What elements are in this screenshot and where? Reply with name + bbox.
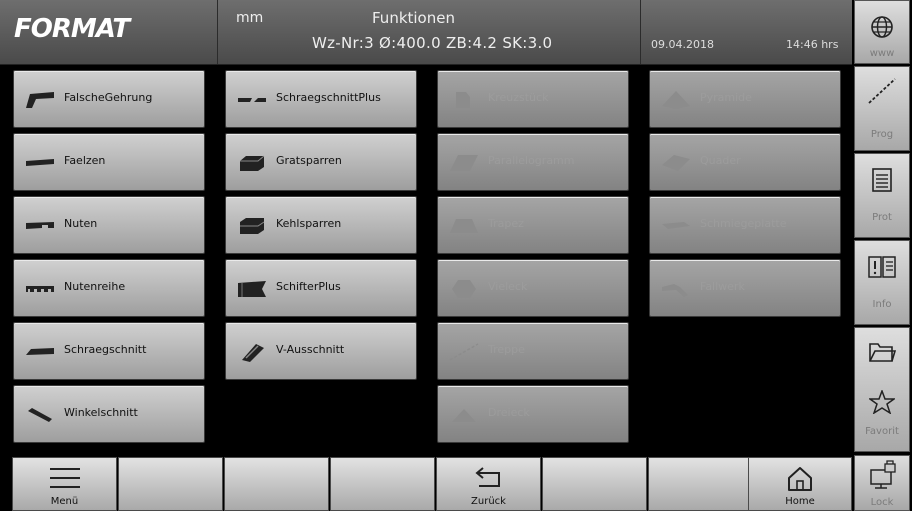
valley-rafter-icon	[240, 218, 265, 234]
footer-empty-button[interactable]	[118, 457, 223, 511]
dreieck-button: Dreieck	[437, 385, 629, 443]
plate-icon	[662, 222, 690, 229]
v-ausschnitt-button[interactable]: V-Ausschnitt	[225, 322, 417, 380]
parallelogram-icon	[450, 155, 478, 171]
right-sidebar: www Prog Prot Info Favorit Lock	[852, 0, 912, 511]
schifter-plus-button[interactable]: SchifterPlus	[225, 259, 417, 317]
hip-rafter-icon	[240, 155, 265, 171]
info-book-icon	[868, 256, 896, 278]
folder-icon	[869, 343, 896, 362]
favorit-button[interactable]: Favorit	[854, 327, 910, 452]
schmiegeplatte-button: Schmiegeplatte	[649, 196, 841, 254]
block-icon	[456, 92, 470, 108]
vieleck-button: Vieleck	[437, 259, 629, 317]
time-display: 14:46 hrs	[786, 38, 839, 51]
nutenreihe-button[interactable]: Nutenreihe	[13, 259, 205, 317]
prot-button[interactable]: Prot	[854, 153, 910, 238]
angle-cut-icon	[28, 408, 52, 422]
unit-label: mm	[236, 10, 264, 26]
schraegschnitt-button[interactable]: Schraegschnitt	[13, 322, 205, 380]
info-button[interactable]: Info	[854, 240, 910, 325]
bottom-toolbar: Menü Zurück Home	[0, 455, 852, 511]
lock-terminal-icon	[870, 460, 896, 489]
quader-button: Quader	[649, 133, 841, 191]
v-cut-icon	[242, 344, 264, 362]
home-icon	[788, 467, 812, 491]
gratsparren-button[interactable]: Gratsparren	[225, 133, 417, 191]
fallwerk-button: Fallwerk	[649, 259, 841, 317]
rebate-icon	[26, 159, 54, 166]
footer-empty-button[interactable]	[224, 457, 329, 511]
star-icon	[869, 390, 895, 414]
header-divider	[640, 0, 641, 64]
header-bar: FORMAT mm Funktionen Wz-Nr:3 Ø:400.0 ZB:…	[0, 0, 852, 65]
trapez-button: Trapez	[437, 196, 629, 254]
www-button[interactable]: www	[854, 0, 910, 64]
pyramid-icon	[662, 91, 690, 109]
footer-empty-button[interactable]	[330, 457, 435, 511]
page-title: Funktionen	[372, 9, 455, 27]
home-button[interactable]: Home	[748, 457, 852, 511]
treppe-button: Treppe	[437, 322, 629, 380]
footer-empty-button[interactable]	[648, 457, 753, 511]
cuboid-icon	[662, 155, 690, 171]
groove-row-icon	[26, 286, 54, 292]
stairs-icon	[449, 343, 479, 361]
brand-logo: FORMAT	[14, 14, 130, 44]
miter-icon	[26, 92, 54, 108]
schraegschnitt-plus-button[interactable]: SchraegschnittPlus	[225, 70, 417, 128]
groove-icon	[26, 222, 54, 229]
date-display: 09.04.2018	[651, 38, 714, 51]
lock-button[interactable]: Lock	[854, 455, 910, 511]
fold-icon	[662, 284, 688, 297]
jack-rafter-icon	[238, 281, 266, 297]
stairs-program-icon	[868, 78, 896, 104]
protocol-icon	[872, 168, 892, 192]
faelzen-button[interactable]: Faelzen	[13, 133, 205, 191]
winkelschnitt-button[interactable]: Winkelschnitt	[13, 385, 205, 443]
footer-empty-button[interactable]	[542, 457, 647, 511]
bevel-cut-icon	[26, 348, 54, 355]
prog-button[interactable]: Prog	[854, 66, 910, 151]
polygon-icon	[452, 280, 476, 298]
falsche-gehrung-button[interactable]: FalscheGehrung	[13, 70, 205, 128]
header-divider	[217, 0, 218, 64]
kreuzstueck-button: Kreuzstück	[437, 70, 629, 128]
hamburger-icon	[49, 468, 80, 488]
trapezoid-icon	[450, 219, 478, 233]
pyramide-button: Pyramide	[649, 70, 841, 128]
back-button[interactable]: Zurück	[436, 457, 541, 511]
kehlsparren-button[interactable]: Kehlsparren	[225, 196, 417, 254]
globe-icon	[871, 16, 893, 38]
return-arrow-icon	[474, 467, 500, 487]
triangle-icon	[452, 409, 476, 422]
menu-button[interactable]: Menü	[12, 457, 117, 511]
tool-info: Wz-Nr:3 Ø:400.0 ZB:4.2 SK:3.0	[312, 34, 553, 52]
nuten-button[interactable]: Nuten	[13, 196, 205, 254]
bevel-plus-icon	[238, 98, 266, 102]
parallelogramm-button: Parallelogramm	[437, 133, 629, 191]
